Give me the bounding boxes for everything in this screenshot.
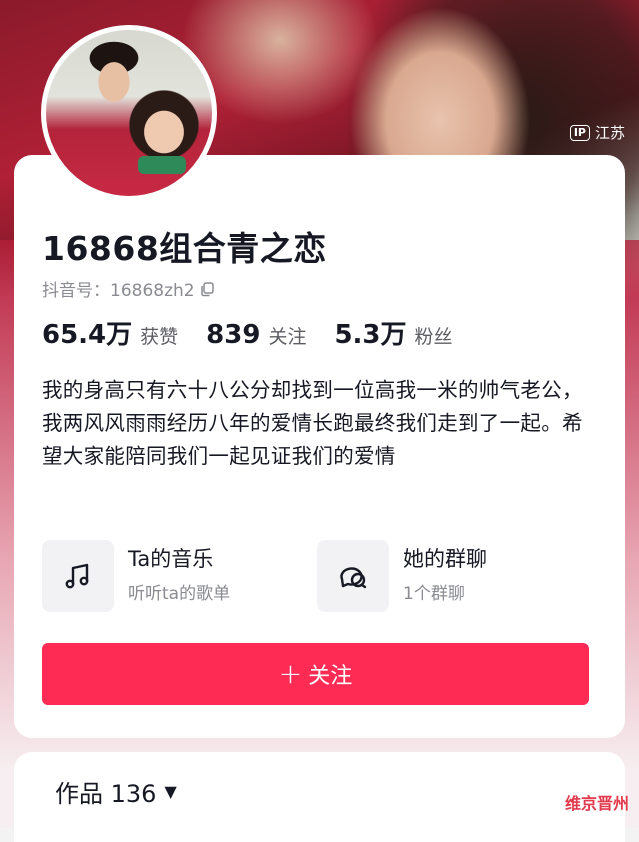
watermark: 维京晋州 bbox=[564, 794, 629, 813]
stat-label: 获赞 bbox=[140, 326, 179, 348]
stat-value: 65.4万 bbox=[42, 320, 133, 350]
avatar[interactable] bbox=[41, 25, 217, 201]
ip-location-badge: IP 江苏 bbox=[569, 122, 625, 143]
group-chat-tile-title: 她的群聊 bbox=[403, 547, 487, 571]
stat-value: 5.3万 bbox=[334, 320, 407, 350]
stat-label: 关注 bbox=[268, 326, 307, 348]
works-tab-label: 作品 136 bbox=[55, 780, 157, 808]
follow-button-label: 关注 bbox=[308, 664, 353, 689]
stat-value: 839 bbox=[206, 320, 261, 350]
avatar-detail bbox=[138, 156, 186, 174]
stat-likes[interactable]: 65.4万 获赞 bbox=[42, 314, 178, 351]
stat-following[interactable]: 839 关注 bbox=[206, 320, 306, 350]
copy-icon[interactable] bbox=[199, 281, 215, 297]
group-chat-tile-subtitle: 1个群聊 bbox=[403, 584, 465, 604]
music-tile-title: Ta的音乐 bbox=[128, 547, 214, 571]
tab-works[interactable]: 作品 136 ▼ bbox=[55, 774, 177, 809]
follow-button[interactable]: + 关注 bbox=[42, 643, 589, 705]
music-tile-subtitle: 听听ta的歌单 bbox=[128, 584, 231, 604]
profile-name: 16868组合青之恋 bbox=[42, 229, 327, 268]
stat-label: 粉丝 bbox=[414, 326, 453, 348]
ip-icon: IP bbox=[569, 124, 590, 141]
ip-location-text: 江苏 bbox=[594, 124, 625, 142]
douyin-id: 抖音号：16868zh2 bbox=[42, 276, 215, 301]
music-tile[interactable]: Ta的音乐 听听ta的歌单 bbox=[42, 540, 230, 612]
profile-stats: 65.4万 获赞 839 关注 5.3万 粉丝 bbox=[42, 314, 481, 351]
group-chat-tile[interactable]: 她的群聊 1个群聊 bbox=[317, 540, 487, 612]
caret-down-icon: ▼ bbox=[164, 782, 177, 801]
plus-icon: + bbox=[278, 657, 303, 690]
douyin-id-text: 抖音号：16868zh2 bbox=[42, 281, 195, 301]
stat-followers[interactable]: 5.3万 粉丝 bbox=[334, 314, 452, 351]
group-chat-icon bbox=[317, 540, 389, 612]
music-note-icon bbox=[42, 540, 114, 612]
profile-bio: 我的身高只有六十八公分却找到一位高我一米的帅气老公，我两风风雨雨经历八年的爱情长… bbox=[42, 378, 583, 468]
